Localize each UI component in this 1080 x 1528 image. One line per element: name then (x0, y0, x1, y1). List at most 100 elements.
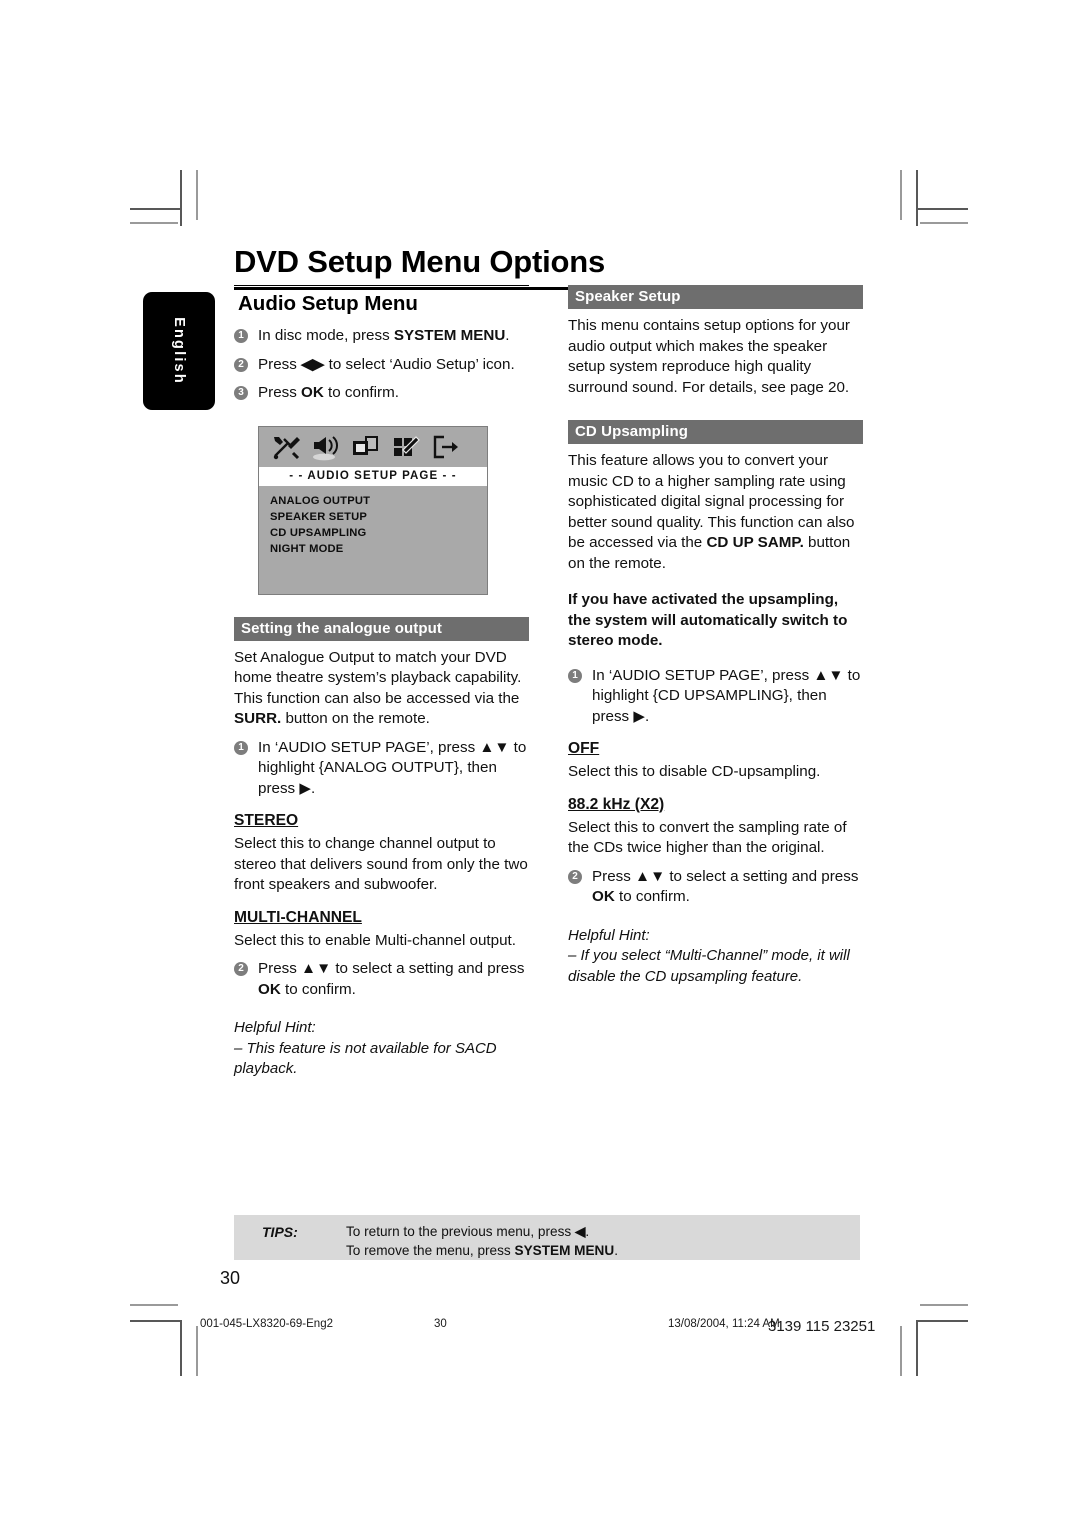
analogue-step-2-bold: OK (258, 980, 281, 998)
speaker-setup-band: Speaker Setup (568, 285, 863, 309)
crop-mark-tl-vertical (180, 170, 182, 226)
step-1-text-post: . (505, 327, 510, 344)
crop-mark-br-vertical (916, 1320, 918, 1376)
analogue-step-1-text: In ‘AUDIO SETUP PAGE’, press ▲▼ to highl… (258, 738, 527, 797)
crop-mark-tr-vertical (916, 170, 918, 226)
tv-menu-item-night-mode[interactable]: NIGHT MODE (270, 541, 487, 557)
step-2-text-pre: Press (258, 355, 302, 373)
hint-text: – If you select “Multi-Channel” mode, it… (568, 947, 850, 985)
crop-mark-tr-horizontal (916, 208, 968, 210)
page-title: DVD Setup Menu Options (234, 244, 606, 279)
multi-channel-description: Select this to enable Multi-channel outp… (234, 931, 516, 949)
cd-step-2-pre: Press ▲▼ to select a setting and press (592, 867, 859, 885)
step-number-badge: 3 (234, 386, 248, 400)
audio-setup-menu-heading: Audio Setup Menu (234, 285, 529, 318)
analogue-step-1: 1 In ‘AUDIO SETUP PAGE’, press ▲▼ to hig… (234, 738, 529, 800)
step-3: 3 Press OK to confirm. (234, 383, 529, 404)
tv-page-title: - - AUDIO SETUP PAGE - - (259, 466, 487, 486)
cd-upsampling-paragraph: This feature allows you to convert your … (568, 451, 863, 574)
tips-line-1: To return to the previous menu, press ◀. (346, 1222, 618, 1241)
cd-step-2-bold: OK (592, 888, 615, 905)
step-number-badge: 1 (568, 668, 582, 683)
crop-mark-tr-tick-horizontal (920, 222, 968, 224)
print-footer-filename: 001-045-LX8320-69-Eng2 (200, 1318, 333, 1330)
tips-lines: To return to the previous menu, press ◀.… (346, 1222, 618, 1260)
step-1-bold: SYSTEM MENU (393, 327, 506, 344)
manual-page: DVD Setup Menu Options English Audio Set… (140, 230, 940, 1290)
print-footer-page: 30 (434, 1318, 447, 1330)
crop-mark-bl-tick-horizontal (130, 1304, 178, 1306)
step-number-badge: 1 (234, 740, 248, 755)
step-1-text-pre: In disc mode, press (258, 327, 394, 344)
crop-mark-bl-horizontal (130, 1320, 182, 1322)
surr-bold: SURR. (234, 710, 282, 727)
step-1: 1 In disc mode, press SYSTEM MENU. (234, 326, 529, 347)
tools-icon (273, 436, 300, 459)
picture-grid-icon (394, 435, 420, 456)
analogue-step-2-post: to confirm. (280, 980, 356, 998)
analogue-helpful-hint: Helpful Hint: – This feature is not avail… (234, 1018, 529, 1080)
step-3-text-post: to confirm. (323, 384, 399, 401)
step-2: 2 Press ◀▶ to select ‘Audio Setup’ icon. (234, 355, 529, 376)
882-khz-heading: 88.2 kHz (X2) (568, 795, 665, 813)
tv-screen-illustration: - - AUDIO SETUP PAGE - - ANALOG OUTPUT S… (258, 425, 488, 595)
crop-mark-br-tick-horizontal (920, 1304, 968, 1306)
step-number-badge: 2 (234, 357, 248, 372)
video-icon (353, 435, 378, 455)
analogue-step-2: 2 Press ▲▼ to select a setting and press… (234, 959, 529, 1000)
speaker-setup-description: This menu contains setup options for you… (568, 317, 850, 396)
analogue-output-paragraph: Set Analogue Output to match your DVD ho… (234, 648, 529, 730)
analogue-para-pre: Set Analogue Output to match your DVD ho… (234, 648, 522, 707)
crop-mark-tl-tick-horizontal (130, 222, 178, 224)
step-number-badge: 1 (234, 329, 248, 343)
hint-text: – This feature is not available for SACD… (234, 1039, 497, 1078)
crop-mark-bl-tick-vertical (196, 1326, 198, 1376)
print-footer-code: 3139 115 23251 (768, 1318, 876, 1335)
tips-label: TIPS: (262, 1224, 298, 1240)
tv-menu-item-speaker-setup[interactable]: SPEAKER SETUP (270, 509, 487, 525)
left-right-arrow-icon: ◀▶ (301, 355, 325, 373)
tv-menu-item-analog-output[interactable]: ANALOG OUTPUT (270, 493, 487, 509)
step-3-bold: OK (301, 384, 324, 401)
cd-upsampling-band: CD Upsampling (568, 420, 863, 444)
right-column: Speaker Setup This menu contains setup o… (568, 285, 863, 987)
cd-step-2-post: to confirm. (614, 888, 690, 905)
stereo-heading: STEREO (234, 812, 299, 829)
stereo-description: Select this to change channel output to … (234, 835, 528, 893)
speaker-icon (313, 435, 339, 460)
cd-step-1: 1 In ‘AUDIO SETUP PAGE’, press ▲▼ to hig… (568, 666, 863, 728)
tv-icon-row (259, 427, 487, 467)
crop-mark-tl-tick-vertical (196, 170, 198, 220)
left-column: Audio Setup Menu 1 In disc mode, press S… (234, 285, 529, 1080)
analogue-para-post: button on the remote. (281, 710, 430, 727)
882-khz-description: Select this to convert the sampling rate… (568, 818, 847, 857)
tips-line-1-pre: To return to the previous menu, press (346, 1224, 575, 1239)
tips-line-2-post: . (614, 1243, 618, 1258)
step-2-text-post: to select ‘Audio Setup’ icon. (324, 355, 515, 373)
page-number: 30 (220, 1268, 241, 1288)
step-number-badge: 2 (234, 962, 248, 976)
tips-box: TIPS: To return to the previous menu, pr… (234, 1215, 860, 1260)
language-tab-label: English (171, 317, 187, 385)
crop-mark-br-horizontal (916, 1320, 968, 1322)
off-description: Select this to disable CD-upsampling. (568, 763, 821, 780)
cd-up-samp-bold: CD UP SAMP. (706, 534, 804, 551)
crop-mark-tr-tick-vertical (900, 170, 902, 220)
tips-line-2-bold: SYSTEM MENU (514, 1243, 615, 1258)
left-arrow-icon: ◀ (574, 1224, 586, 1239)
multi-channel-heading: MULTI-CHANNEL (234, 908, 362, 926)
step-number-badge: 2 (568, 869, 582, 884)
tips-line-2-pre: To remove the menu, press (346, 1243, 515, 1258)
tv-menu-list: ANALOG OUTPUT SPEAKER SETUP CD UPSAMPLIN… (259, 486, 487, 557)
cd-step-2: 2 Press ▲▼ to select a setting and press… (568, 867, 863, 908)
analogue-step-2-pre: Press ▲▼ to select a setting and press (258, 960, 525, 977)
crop-mark-tl-horizontal (130, 208, 182, 210)
exit-icon (433, 435, 458, 458)
setting-analogue-output-band: Setting the analogue output (234, 616, 529, 641)
step-3-text-pre: Press (258, 384, 302, 401)
crop-mark-bl-vertical (180, 1320, 182, 1376)
cd-step-1-text: In ‘AUDIO SETUP PAGE’, press ▲▼ to highl… (592, 666, 861, 725)
cd-upsampling-bold-note: If you have activated the upsampling, th… (568, 591, 848, 649)
print-footer-date: 13/08/2004, 11:24 AM (668, 1318, 780, 1330)
tv-menu-item-cd-upsampling[interactable]: CD UPSAMPLING (270, 525, 487, 541)
